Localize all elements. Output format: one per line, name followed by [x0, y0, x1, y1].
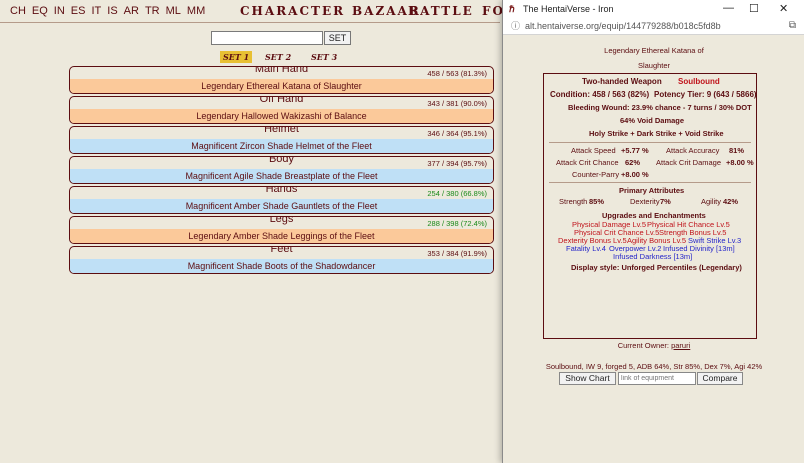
stat-label: Attack Speed [571, 146, 616, 155]
attribute-label: Strength [559, 197, 588, 206]
attribute-label: Agility [701, 197, 722, 206]
url-text[interactable]: alt.hentaiverse.org/equip/144779288/b018… [525, 21, 721, 31]
divider [549, 182, 751, 183]
window-title: The HentaiVerse - Iron [523, 3, 614, 14]
lang-link-in[interactable]: IN [54, 5, 65, 17]
void-damage-text: 64% Void Damage [620, 116, 685, 125]
lang-link-eq[interactable]: EQ [32, 5, 48, 17]
equipment-name: Legendary Ethereal Katana of Slaughter [503, 43, 804, 73]
upgrades-title: Upgrades and Enchantments [602, 211, 706, 220]
hentaiverse-logo-icon: ℏ [509, 3, 515, 14]
lang-link-ch[interactable]: CH [10, 5, 26, 17]
equip-slot-helmet[interactable]: Helmet 346 / 364 (95.1%) Magnificent Zir… [69, 126, 494, 154]
upgrade-entry: Fatality Lv.4 [566, 244, 606, 253]
equip-slot-legs[interactable]: Legs 288 / 398 (72.4%) Legendary Amber S… [69, 216, 494, 244]
close-icon[interactable]: ✕ [779, 2, 788, 15]
stat-value: +8.00 % [726, 158, 754, 167]
compare-button[interactable]: Compare [697, 372, 743, 385]
attribute-value: 42% [723, 197, 739, 206]
stat-value: +8.00 % [621, 170, 649, 179]
slot-condition: 353 / 384 (91.9%) [427, 249, 487, 258]
menu-battle[interactable]: BATTLE [408, 4, 474, 18]
stat-label: Attack Crit Damage [656, 158, 722, 167]
equip-slot-off-hand[interactable]: Off Hand 343 / 381 (90.0%) Legendary Hal… [69, 96, 494, 124]
upgrade-entry: Infused Darkness [13m] [613, 252, 693, 261]
attribute-value: 7% [660, 197, 671, 206]
translate-icon[interactable]: ⧉ [789, 20, 796, 31]
slot-condition: 343 / 381 (90.0%) [427, 99, 487, 108]
lang-link-tr[interactable]: TR [145, 5, 160, 17]
slot-item-name[interactable]: Magnificent Agile Shade Breastplate of t… [70, 169, 493, 183]
show-chart-button[interactable]: Show Chart [559, 372, 616, 385]
nav-divider [0, 22, 500, 23]
equipment-link-input[interactable] [618, 372, 696, 385]
bleeding-wound-text: Bleeding Wound: 23.9% chance - 7 turns /… [568, 103, 752, 112]
attribute-value: 85% [589, 197, 605, 206]
strikes-text: Holy Strike + Dark Strike + Void Strike [589, 129, 724, 138]
slot-item-name[interactable]: Legendary Ethereal Katana of Slaughter [70, 79, 493, 93]
minimize-icon[interactable]: — [723, 2, 734, 14]
slot-condition: 346 / 364 (95.1%) [427, 129, 487, 138]
equipment-popup-window: ℏ The HentaiVerse - Iron — ☐ ✕ ⓘ alt.hen… [502, 0, 804, 463]
slot-item-name[interactable]: Legendary Hallowed Wakizashi of Balance [70, 109, 493, 123]
stat-label: Attack Crit Chance [556, 158, 619, 167]
equip-slot-body[interactable]: Body 377 / 394 (95.7%) Magnificent Agile… [69, 156, 494, 184]
primary-attributes-title: Primary Attributes [619, 186, 685, 195]
stat-label: Counter-Parry [572, 170, 620, 179]
lang-link-ml[interactable]: ML [166, 5, 181, 17]
divider [549, 142, 751, 143]
lang-link-ar[interactable]: AR [124, 5, 139, 17]
slot-condition: 458 / 563 (81.3%) [427, 69, 487, 78]
weapon-type: Two-handed Weapon [582, 77, 662, 86]
soulbound-label: Soulbound [678, 77, 720, 86]
maximize-icon[interactable]: ☐ [749, 2, 759, 15]
condition-text: Condition: 458 / 563 (82%) [550, 90, 650, 99]
equipment-summary: Soulbound, IW 9, forged 5, ADB 64%, Str … [545, 362, 763, 371]
stat-label: Attack Accuracy [666, 146, 720, 155]
slot-condition: 254 / 380 (66.8%) [427, 189, 487, 198]
slot-condition: 288 / 398 (72.4%) [427, 219, 487, 228]
equipment-name-line1: Legendary Ethereal Katana of [604, 46, 704, 55]
lang-link-is[interactable]: IS [107, 5, 117, 17]
slot-item-name[interactable]: Legendary Amber Shade Leggings of the Fl… [70, 229, 493, 243]
stat-value: 62% [625, 158, 641, 167]
equipment-name-line2: Slaughter [637, 61, 671, 70]
owner-link[interactable]: paruri [671, 341, 690, 350]
tab-set-1[interactable]: SET 1 [220, 51, 253, 63]
current-owner: Current Owner: paruri [503, 341, 804, 350]
equip-slot-feet[interactable]: Feet 353 / 384 (91.9%) Magnificent Shade… [69, 246, 494, 274]
tab-set-2[interactable]: SET 2 [262, 51, 294, 63]
equip-slot-hands[interactable]: Hands 254 / 380 (66.8%) Magnificent Ambe… [69, 186, 494, 214]
lang-link-es[interactable]: ES [71, 5, 86, 17]
info-icon[interactable]: ⓘ [511, 19, 520, 32]
equipment-stats-box: Two-handed Weapon Soulbound Condition: 4… [543, 73, 757, 339]
equip-slot-main-hand[interactable]: Main Hand 458 / 563 (81.3%) Legendary Et… [69, 66, 494, 94]
set-button[interactable]: SET [324, 31, 351, 45]
slot-condition: 377 / 394 (95.7%) [427, 159, 487, 168]
set-name-input[interactable] [211, 31, 323, 45]
display-style-text: Display style: Unforged Percentiles (Leg… [571, 263, 742, 272]
potency-text: Potency Tier: 9 (643 / 5866) [654, 90, 757, 99]
window-titlebar[interactable]: ℏ The HentaiVerse - Iron — ☐ ✕ [503, 0, 804, 17]
lang-link-mm[interactable]: MM [187, 5, 205, 17]
menu-character[interactable]: CHARACTER [240, 4, 345, 18]
stat-value: 81% [729, 146, 745, 155]
lang-link-it[interactable]: IT [91, 5, 101, 17]
stat-value: +5.77 % [621, 146, 649, 155]
slot-item-name[interactable]: Magnificent Amber Shade Gauntlets of the… [70, 199, 493, 213]
slot-item-name[interactable]: Magnificent Zircon Shade Helmet of the F… [70, 139, 493, 153]
tab-set-3[interactable]: SET 3 [308, 51, 340, 63]
slot-item-name[interactable]: Magnificent Shade Boots of the Shadowdan… [70, 259, 493, 273]
owner-label: Current Owner: [617, 341, 669, 350]
address-bar[interactable]: ⓘ alt.hentaiverse.org/equip/144779288/b0… [503, 17, 804, 35]
attribute-label: Dexterity [630, 197, 660, 206]
